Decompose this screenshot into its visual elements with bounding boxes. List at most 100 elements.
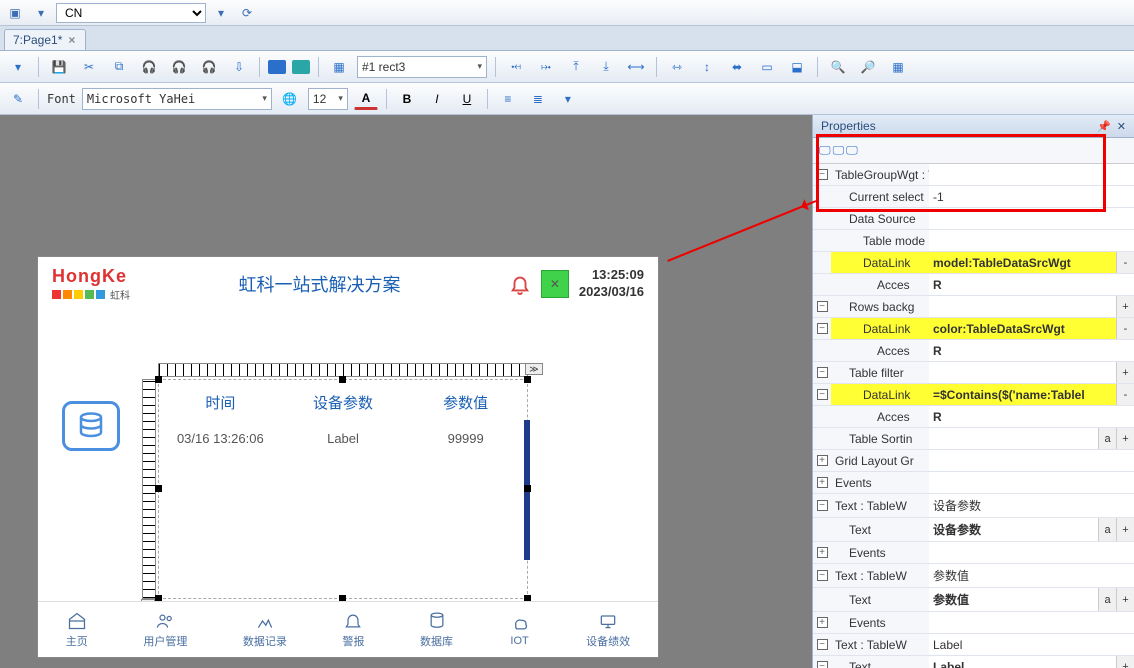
headset2-icon[interactable]: 🎧 [167,56,191,78]
property-btn[interactable]: + [1116,588,1134,611]
text-align-dd-icon[interactable]: ▾ [556,88,580,110]
property-row[interactable]: Text设备参数a+ [813,518,1134,542]
expander-icon[interactable]: − [813,634,831,655]
property-value[interactable]: 设备参数 [929,494,1134,517]
property-row[interactable]: +Events [813,542,1134,564]
expander-icon[interactable]: − [813,318,831,339]
property-row[interactable]: −Text : TableW设备参数 [813,494,1134,518]
expander-icon[interactable] [813,518,831,541]
headset-icon[interactable]: 🎧 [137,56,161,78]
text-align-c-icon[interactable]: ≣ [526,88,550,110]
tab-close-icon[interactable]: × [68,33,75,47]
footer-home[interactable]: 主页 [66,611,88,649]
alignT-icon[interactable]: ⤒ [564,56,588,78]
language-select[interactable]: CN [56,3,206,23]
property-row[interactable]: DataLinkmodel:TableDataSrcWgt- [813,252,1134,274]
font-color-icon[interactable]: A [354,88,378,110]
property-value[interactable]: 参数值 [929,564,1134,587]
property-value[interactable]: color:TableDataSrcWgt [929,318,1116,339]
expander-icon[interactable]: + [813,472,831,493]
brush-icon[interactable]: ✎ [6,88,30,110]
color-blue-icon[interactable] [268,60,286,74]
property-btn[interactable]: - [1116,384,1134,405]
color-teal-icon[interactable] [292,60,310,74]
property-value[interactable] [929,428,1098,449]
expander-icon[interactable]: + [813,542,831,563]
pin-icon[interactable]: 📌 [1097,121,1111,133]
prop-tab-3-icon[interactable]: 🖵 [846,143,858,158]
expander-icon[interactable]: − [813,494,831,517]
property-value[interactable] [929,450,1134,471]
property-btn[interactable]: + [1116,428,1134,449]
property-value[interactable] [929,472,1134,493]
import-icon[interactable]: ⇩ [227,56,251,78]
copy-icon[interactable]: ⧉ [107,56,131,78]
order-icon[interactable]: ▭ [755,56,779,78]
table-widget-selection[interactable]: 时间 设备参数 参数值 03/16 13:26:06 Label 99999 [158,379,528,599]
font-size-input[interactable]: 12▾ [308,88,348,110]
menu-icon-1[interactable]: ▣ [4,3,26,23]
property-row[interactable]: −Text : TableW参数值 [813,564,1134,588]
property-btn[interactable]: - [1116,252,1134,273]
prop-tab-2-icon[interactable]: 🖵 [833,143,845,158]
property-row[interactable]: −Text : TableWLabel [813,634,1134,656]
object-name-input[interactable]: #1 rect3▾ [357,56,487,78]
zoom-icon[interactable]: 🔍 [826,56,850,78]
underline-icon[interactable]: U [455,88,479,110]
property-value[interactable]: =$Contains($('name:Tablel [929,384,1116,405]
property-value[interactable]: R [929,274,1134,295]
property-value[interactable] [929,296,1116,317]
cut-icon[interactable]: ✂ [77,56,101,78]
footer-iot[interactable]: IOT [509,613,531,647]
expander-icon[interactable]: + [813,612,831,633]
property-value[interactable]: model:TableDataSrcWgt [929,252,1116,273]
expander-icon[interactable]: − [813,564,831,587]
property-row[interactable]: Table Sortina+ [813,428,1134,450]
expander-icon[interactable] [813,230,831,251]
layout-icon[interactable]: ▦ [327,56,351,78]
expander-icon[interactable] [813,252,831,273]
expander-icon[interactable]: + [813,450,831,471]
property-btn[interactable]: + [1116,656,1134,668]
expander-icon[interactable] [813,588,831,611]
property-value[interactable]: R [929,406,1134,427]
expander-icon[interactable] [813,208,831,229]
property-value[interactable]: 设备参数 [929,518,1098,541]
properties-body[interactable]: −TableGroupWgt : TableWgtCurrent select-… [813,164,1134,668]
property-value[interactable]: Label [929,634,1134,655]
expander-icon[interactable] [813,406,831,427]
property-btn[interactable]: - [1116,318,1134,339]
property-row[interactable]: Table mode [813,230,1134,252]
expander-icon[interactable]: − [813,656,831,668]
property-value[interactable] [929,542,1134,563]
property-row[interactable]: +Grid Layout Gr [813,450,1134,472]
footer-perf[interactable]: 设备绩效 [586,611,630,649]
property-row[interactable]: −TableGroupWgt : TableWgt [813,164,1134,186]
property-row[interactable]: −DataLink=$Contains($('name:Tablel- [813,384,1134,406]
alignL-icon[interactable]: ⤟ [504,56,528,78]
italic-icon[interactable]: I [425,88,449,110]
expander-icon[interactable]: − [813,164,831,185]
expander-icon[interactable] [813,428,831,449]
property-btn[interactable]: + [1116,362,1134,383]
property-btn[interactable]: a [1098,518,1116,541]
property-row[interactable]: Data Source [813,208,1134,230]
ruler-nav-right[interactable]: ≫ [525,363,543,375]
bold-icon[interactable]: B [395,88,419,110]
grid-icon[interactable]: ▦ [886,56,910,78]
property-row[interactable]: −Rows backg+ [813,296,1134,318]
tab-page1[interactable]: 7:Page1* × [4,29,86,50]
expander-icon[interactable] [813,186,831,207]
property-btn[interactable]: a [1098,588,1116,611]
property-row[interactable]: AccesR [813,406,1134,428]
property-row[interactable]: Current select-1 [813,186,1134,208]
property-value[interactable] [929,230,1134,251]
property-btn[interactable]: + [1116,296,1134,317]
font-name-input[interactable]: Microsoft YaHei▾ [82,88,272,110]
property-value[interactable]: -1 [929,186,1134,207]
property-value[interactable] [929,612,1134,633]
prop-tab-1-icon[interactable]: 🖵 [819,143,831,158]
menu-dropdown-1[interactable]: ▾ [30,3,52,23]
property-row[interactable]: −Table filter+ [813,362,1134,384]
size-w-icon[interactable]: ⬌ [725,56,749,78]
